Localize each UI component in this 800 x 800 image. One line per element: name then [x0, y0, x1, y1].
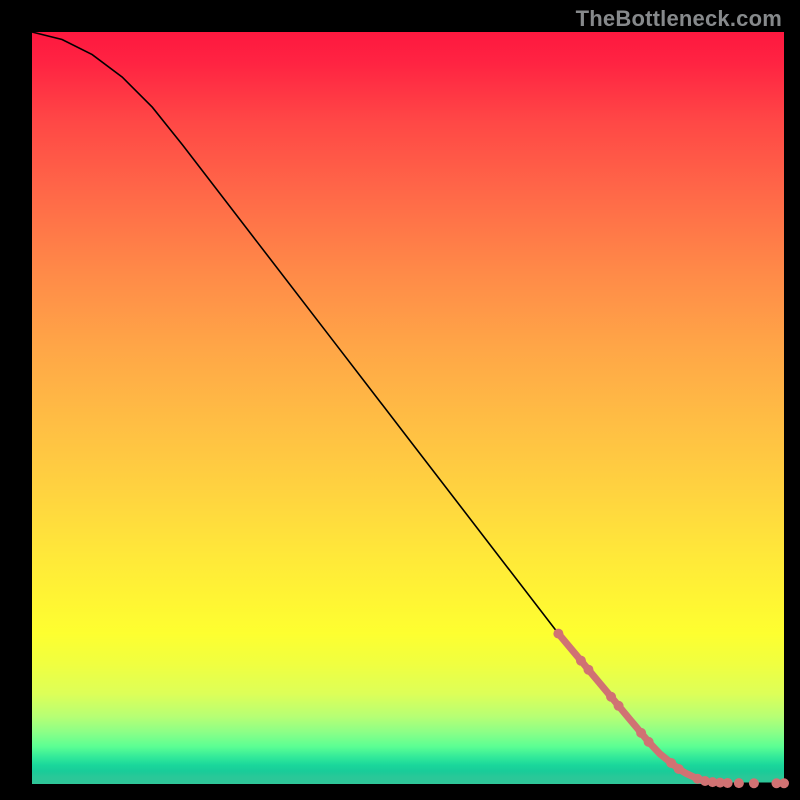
highlight-dot: [553, 629, 563, 639]
highlight-dot: [644, 737, 654, 747]
highlight-dot: [723, 778, 733, 788]
curve-group: [32, 32, 784, 783]
highlight-dot: [636, 728, 646, 738]
highlight-dot: [779, 778, 789, 788]
highlight-dot: [583, 665, 593, 675]
curve-layer: [32, 32, 784, 784]
highlight-dot: [614, 701, 624, 711]
highlight-dot: [749, 778, 759, 788]
highlight-dot: [674, 764, 684, 774]
watermark-text: TheBottleneck.com: [576, 6, 782, 32]
chart-stage: TheBottleneck.com: [0, 0, 800, 800]
highlight-dot: [606, 692, 616, 702]
curve-line: [32, 32, 784, 783]
highlight-dot: [734, 778, 744, 788]
highlight-dot: [576, 656, 586, 666]
highlight-points-group: [553, 629, 789, 789]
